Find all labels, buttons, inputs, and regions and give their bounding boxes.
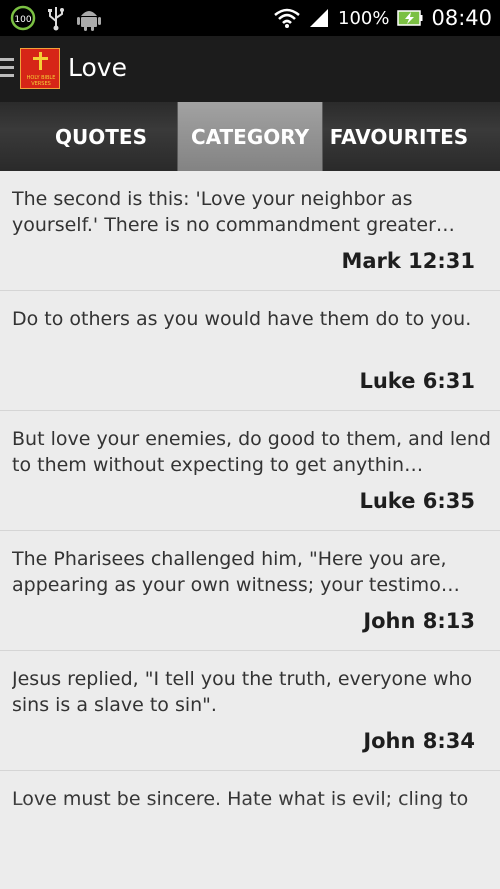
battery-saver-icon: 100 <box>10 5 36 31</box>
verse-text: But love your enemies, do good to them, … <box>12 428 491 476</box>
list-item[interactable]: Love must be sincere. Hate what is evil;… <box>0 771 500 889</box>
action-bar: HOLY BIBLE VERSES Love <box>0 36 500 102</box>
signal-icon <box>310 9 328 27</box>
tab-bar: QUOTES CATEGORY FAVOURITES <box>0 102 500 171</box>
verse-text: Love must be sincere. Hate what is evil;… <box>12 788 469 810</box>
status-bar: 100 100% 08:40 <box>0 0 500 36</box>
drawer-menu-icon[interactable] <box>0 58 14 82</box>
verse-reference: Luke 6:31 <box>359 369 475 393</box>
battery-badge-text: 100 <box>14 15 31 25</box>
app-icon-text: HOLY BIBLE VERSES <box>26 75 56 87</box>
verse-reference: Mark 12:31 <box>341 249 475 273</box>
charging-battery-icon <box>397 10 423 26</box>
verse-text: The Pharisees challenged him, "Here you … <box>12 548 460 596</box>
verse-text: Jesus replied, "I tell you the truth, ev… <box>12 668 473 716</box>
list-item[interactable]: The Pharisees challenged him, "Here you … <box>0 531 500 651</box>
battery-percent: 100% <box>338 7 390 29</box>
tab-favourites[interactable]: FAVOURITES <box>324 102 474 171</box>
tab-category[interactable]: CATEGORY <box>177 102 323 171</box>
verse-reference: John 8:34 <box>363 729 475 753</box>
verse-text: Do to others as you would have them do t… <box>12 308 472 330</box>
app-logo-icon[interactable]: HOLY BIBLE VERSES <box>20 48 60 89</box>
page-title: Love <box>68 53 127 82</box>
list-item[interactable]: But love your enemies, do good to them, … <box>0 411 500 531</box>
usb-icon <box>48 7 64 31</box>
wifi-icon <box>274 8 300 28</box>
android-icon <box>77 11 101 31</box>
clock: 08:40 <box>431 6 492 30</box>
list-item[interactable]: The second is this: 'Love your neighbor … <box>0 171 500 291</box>
list-item[interactable]: Do to others as you would have them do t… <box>0 291 500 411</box>
list-item[interactable]: Jesus replied, "I tell you the truth, ev… <box>0 651 500 771</box>
verse-text: The second is this: 'Love your neighbor … <box>12 188 455 236</box>
tab-quotes[interactable]: QUOTES <box>26 102 176 171</box>
status-left-icons: 100 <box>10 5 102 31</box>
verse-reference: Luke 6:35 <box>359 489 475 513</box>
verse-list[interactable]: The second is this: 'Love your neighbor … <box>0 171 500 889</box>
status-right-icons: 100% 08:40 <box>274 0 492 36</box>
verse-reference: John 8:13 <box>363 609 475 633</box>
